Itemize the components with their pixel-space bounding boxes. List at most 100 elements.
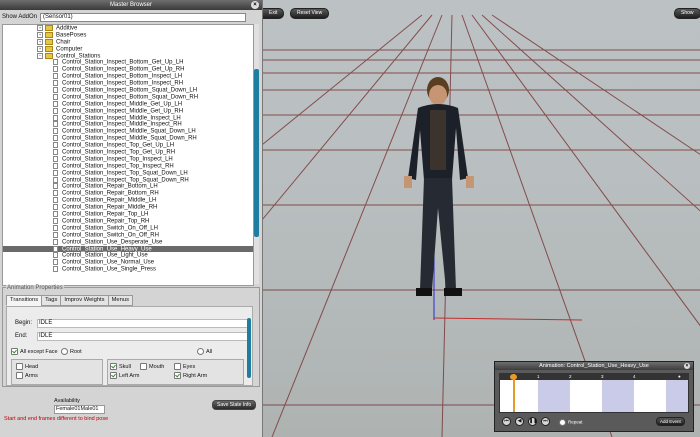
skip-end-icon[interactable]: ⏭: [541, 417, 550, 426]
tree-animation-item[interactable]: Control_Station_Inspect_Bottom_Inspect_L…: [3, 73, 253, 80]
tree-animation-item[interactable]: Control_Station_Inspect_Top_Squat_Down_L…: [3, 169, 253, 177]
tree-folder-item[interactable]: + Chair: [3, 38, 253, 46]
repeat-option[interactable]: Repeat: [559, 419, 583, 426]
checkbox-icon[interactable]: [110, 363, 117, 370]
tab-transitions[interactable]: Transitions: [6, 295, 43, 306]
all-except-face-label: All except Face: [20, 348, 58, 355]
expand-icon[interactable]: +: [37, 25, 43, 31]
tree-item-label: Control_Station_Inspect_Bottom_Inspect_L…: [62, 73, 183, 80]
tree-animation-item[interactable]: Control_Station_Inspect_Middle_Get_Up_LH: [3, 100, 253, 108]
expand-icon[interactable]: +: [37, 31, 43, 38]
exit-button[interactable]: Exit: [262, 8, 285, 19]
tree-animation-item[interactable]: Control_Station_Inspect_Top_Get_Up_LH: [3, 142, 253, 149]
tree-folder-item[interactable]: + BasePoses: [3, 31, 253, 39]
tree-animation-item[interactable]: Control_Station_Use_Light_Use: [3, 252, 253, 259]
begin-input[interactable]: IDLE: [37, 319, 248, 328]
tree-animation-item[interactable]: Control_Station_Inspect_Top_Inspect_RH: [3, 162, 253, 170]
tree-animation-item[interactable]: Control_Station_Inspect_Middle_Inspect_R…: [3, 121, 253, 128]
all-except-face-option[interactable]: All except Face: [11, 348, 58, 356]
character-figure[interactable]: [390, 68, 480, 303]
tree-animation-item[interactable]: Control_Station_Inspect_Bottom_Get_Up_LH: [3, 59, 253, 66]
file-icon: [53, 231, 58, 238]
show-addon-select[interactable]: (Sensor01): [40, 13, 246, 22]
expand-icon[interactable]: +: [37, 45, 43, 52]
tree-animation-item[interactable]: Control_Station_Inspect_Top_Inspect_LH: [3, 155, 253, 163]
properties-scrollbar-thumb[interactable]: [247, 318, 251, 378]
tree-folder-item[interactable]: + Computer: [3, 45, 253, 53]
timeline-track[interactable]: 1 2 3 4 ●: [499, 373, 689, 413]
tree-animation-item[interactable]: Control_Station_Inspect_Middle_Squat_Dow…: [3, 128, 253, 135]
tree-item-label: Control_Station_Use_Light_Use: [62, 252, 148, 259]
animation-tree[interactable]: + Additive + BasePoses + Chair + Computer − Contr…: [2, 24, 254, 286]
tree-animation-item[interactable]: Control_Station_Use_Desperate_Use: [3, 238, 253, 246]
checkbox-icon[interactable]: [174, 372, 181, 379]
save-state-info-button[interactable]: Save State Info: [212, 400, 257, 410]
availability-input[interactable]: Female01Male01: [54, 405, 105, 414]
tree-animation-item[interactable]: Control_Station_Repair_Top_RH: [3, 217, 253, 225]
tree-animation-item[interactable]: Control_Station_Inspect_Bottom_Squat_Dow…: [3, 93, 253, 101]
step-back-icon[interactable]: ◀: [515, 417, 524, 426]
close-icon[interactable]: ×: [684, 363, 690, 369]
checkbox-icon[interactable]: [16, 372, 23, 379]
close-icon[interactable]: ×: [251, 1, 259, 9]
mouth-option[interactable]: Mouth: [140, 363, 164, 371]
checkbox-icon[interactable]: [140, 363, 147, 370]
tree-animation-item[interactable]: Control_Station_Switch_On_Off_LH: [3, 224, 253, 232]
collapse-icon[interactable]: −: [37, 52, 43, 59]
mouth-label: Mouth: [149, 363, 165, 370]
tree-animation-item[interactable]: Control_Station_Use_Single_Press: [3, 266, 253, 273]
tab-improv-weights[interactable]: Improv Weights: [60, 295, 109, 306]
show-button[interactable]: Show: [674, 8, 700, 19]
tree-item-label: Control_Station_Use_Normal_Use: [62, 259, 155, 266]
checkbox-icon[interactable]: [174, 363, 181, 370]
arms-option[interactable]: Arms: [16, 372, 38, 380]
end-input[interactable]: IDLE: [37, 332, 248, 341]
all-option[interactable]: All: [197, 348, 212, 356]
tree-animation-item[interactable]: Control_Station_Inspect_Middle_Get_Up_RH: [3, 107, 253, 115]
tree-animation-item[interactable]: Control_Station_Repair_Middle_LH: [3, 197, 253, 204]
tree-animation-item[interactable]: Control_Station_Inspect_Middle_Squat_Dow…: [3, 135, 253, 142]
tab-tags[interactable]: Tags: [41, 295, 62, 306]
radio-icon[interactable]: [197, 348, 204, 355]
skip-start-icon[interactable]: ⏮: [502, 417, 511, 426]
tree-item-label: Control_Station_Use_Desperate_Use: [62, 239, 163, 246]
checkbox-icon[interactable]: [110, 372, 117, 379]
tree-animation-item[interactable]: Control_Station_Inspect_Middle_Inspect_L…: [3, 114, 253, 122]
skull-option[interactable]: Skull: [110, 363, 131, 371]
root-option[interactable]: Root: [61, 348, 82, 356]
tree-animation-item[interactable]: Control_Station_Switch_On_Off_RH: [3, 231, 253, 239]
head-option[interactable]: Head: [16, 363, 38, 371]
tree-animation-item[interactable]: Control_Station_Repair_Bottom_RH: [3, 190, 253, 197]
tree-animation-item[interactable]: Control_Station_Use_Heavy_Use: [3, 245, 253, 253]
reset-view-button[interactable]: Reset View: [290, 8, 330, 19]
pause-icon[interactable]: ❚❚: [528, 417, 537, 426]
master-browser-titlebar[interactable]: Master Browser ×: [0, 0, 262, 10]
tree-animation-item[interactable]: Control_Station_Repair_Top_LH: [3, 211, 253, 218]
tree-animation-item[interactable]: Control_Station_Use_Normal_Use: [3, 259, 253, 266]
radio-icon[interactable]: [559, 419, 566, 426]
tree-item-label: Control_Station_Inspect_Top_Get_Up_RH: [62, 149, 176, 156]
animation-panel-titlebar[interactable]: Animation: Control_Station_Use_Heavy_Use…: [495, 362, 693, 370]
tree-scrollbar-thumb[interactable]: [254, 69, 259, 237]
tree-animation-item[interactable]: Control_Station_Inspect_Bottom_Get_Up_RH: [3, 66, 253, 73]
tree-folder-item[interactable]: + Additive: [3, 25, 253, 32]
add-event-button[interactable]: Add Event: [656, 417, 685, 426]
tree-animation-item[interactable]: Control_Station_Inspect_Top_Get_Up_RH: [3, 149, 253, 156]
tree-animation-item[interactable]: Control_Station_Repair_Middle_RH: [3, 204, 253, 211]
checkbox-icon[interactable]: [16, 363, 23, 370]
tree-folder-item[interactable]: − Control_Stations: [3, 52, 253, 60]
tree-animation-item[interactable]: Control_Station_Inspect_Top_Squat_Down_R…: [3, 176, 253, 184]
right-arm-option[interactable]: Right Arm: [174, 372, 207, 380]
tree-scrollbar[interactable]: [254, 24, 259, 284]
radio-icon[interactable]: [61, 348, 68, 355]
checkbox-icon[interactable]: [11, 348, 18, 355]
tree-animation-item[interactable]: Control_Station_Inspect_Bottom_Inspect_R…: [3, 80, 253, 87]
expand-icon[interactable]: +: [37, 38, 43, 45]
bind-pose-warning: Start and end frames different to bind p…: [4, 416, 109, 422]
eyes-option[interactable]: Eyes: [174, 363, 195, 371]
tab-menus[interactable]: Menus: [107, 295, 133, 306]
playhead[interactable]: [513, 374, 515, 412]
tree-animation-item[interactable]: Control_Station_Repair_Bottom_LH: [3, 183, 253, 190]
tree-animation-item[interactable]: Control_Station_Inspect_Bottom_Squat_Dow…: [3, 87, 253, 94]
left-arm-option[interactable]: Left Arm: [110, 372, 139, 380]
